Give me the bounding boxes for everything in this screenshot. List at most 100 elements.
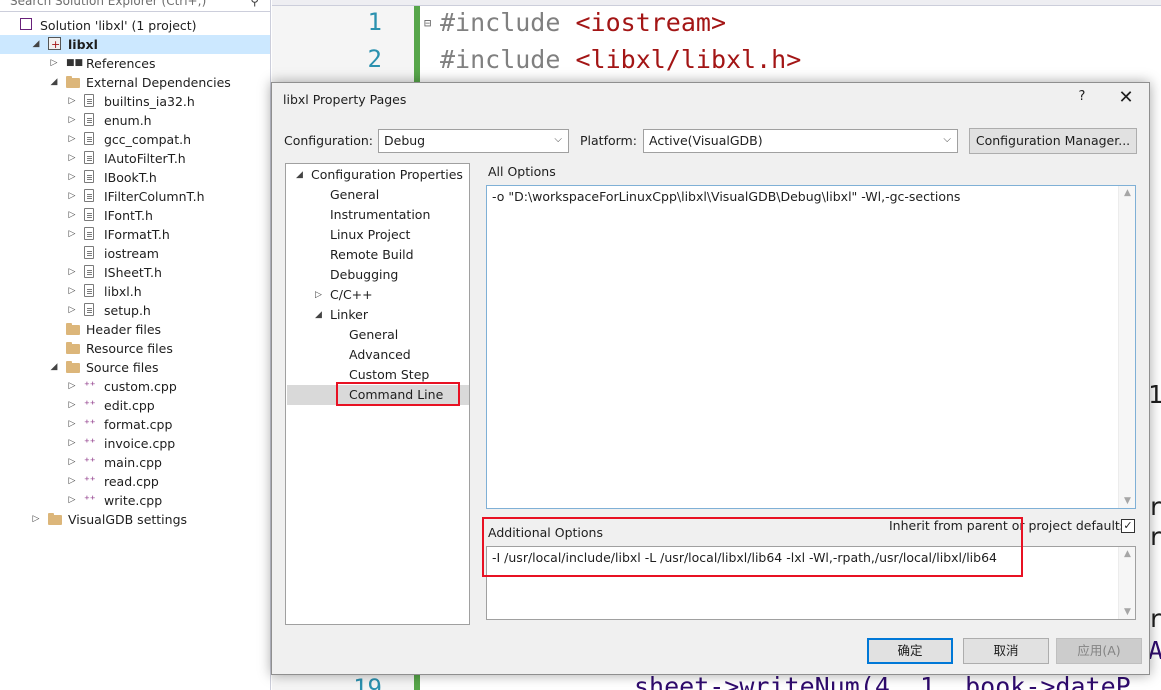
tree-item[interactable]: Resource files: [0, 339, 270, 358]
cancel-button[interactable]: 取消: [963, 638, 1049, 664]
tree-item[interactable]: ▷ libxl.h: [0, 282, 270, 301]
collapsed-arrow-icon[interactable]: ▷: [66, 149, 78, 168]
tree-item[interactable]: ◢ External Dependencies: [0, 73, 270, 92]
tree-item[interactable]: ▷ ⁺⁺ custom.cpp: [0, 377, 270, 396]
collapsed-arrow-icon[interactable]: ▷: [66, 111, 78, 130]
inherit-checkbox[interactable]: ✓: [1121, 519, 1135, 533]
tree-item-label: External Dependencies: [86, 75, 231, 90]
collapsed-arrow-icon[interactable]: ▷: [66, 453, 78, 472]
header-file-icon: [84, 170, 94, 183]
include-target: <iostream>: [575, 8, 726, 37]
tree-item-label: VisualGDB settings: [68, 512, 188, 527]
tree-item[interactable]: ▷ setup.h: [0, 301, 270, 320]
search-icon[interactable]: ⚲: [250, 0, 259, 8]
expanded-arrow-icon[interactable]: ◢: [315, 305, 322, 325]
nav-item-general[interactable]: General: [330, 185, 379, 205]
all-options-scrollbar[interactable]: ▲ ▼: [1118, 186, 1135, 508]
tree-item[interactable]: ▷ IFormatT.h: [0, 225, 270, 244]
close-button[interactable]: ✕: [1115, 87, 1137, 109]
additional-options-scrollbar[interactable]: ▲ ▼: [1118, 547, 1135, 619]
all-options-value: -o "D:\workspaceForLinuxCpp\libxl\Visual…: [492, 189, 961, 204]
property-pages-dialog: libxl Property Pages ? ✕ Configuration: …: [271, 82, 1150, 675]
tree-item[interactable]: ▷ ⁺⁺ write.cpp: [0, 491, 270, 510]
expanded-arrow-icon[interactable]: ◢: [48, 358, 60, 377]
tree-item[interactable]: ▷ IFontT.h: [0, 206, 270, 225]
cpp-file-icon: ⁺⁺: [84, 493, 96, 506]
expanded-arrow-icon[interactable]: ◢: [30, 35, 42, 54]
tree-item[interactable]: ▷ ⁺⁺ edit.cpp: [0, 396, 270, 415]
collapsed-arrow-icon[interactable]: ▷: [66, 187, 78, 206]
header-file-icon: [84, 265, 94, 278]
collapsed-arrow-icon[interactable]: ▷: [66, 263, 78, 282]
ok-button[interactable]: 确定: [867, 638, 953, 664]
collapsed-arrow-icon[interactable]: ▷: [66, 225, 78, 244]
tree-item[interactable]: ▷ ⁺⁺ invoice.cpp: [0, 434, 270, 453]
collapsed-arrow-icon[interactable]: ▷: [48, 54, 60, 73]
collapsed-arrow-icon[interactable]: ▷: [66, 282, 78, 301]
tree-item[interactable]: ◢ libxl: [0, 35, 270, 54]
collapsed-arrow-icon[interactable]: ▷: [66, 206, 78, 225]
tree-item[interactable]: ▷ ⁺⁺ format.cpp: [0, 415, 270, 434]
tree-item-label: iostream: [104, 246, 159, 261]
collapsed-arrow-icon[interactable]: ▷: [66, 434, 78, 453]
collapsed-arrow-icon[interactable]: ▷: [66, 168, 78, 187]
tree-item-label: IAutoFilterT.h: [104, 151, 186, 166]
collapsed-arrow-icon[interactable]: ▷: [30, 510, 42, 529]
collapsed-arrow-icon[interactable]: ▷: [66, 92, 78, 111]
code-line[interactable]: #include <libxl/libxl.h>: [440, 45, 801, 74]
tree-item[interactable]: Header files: [0, 320, 270, 339]
tree-item[interactable]: ▷ IFilterColumnT.h: [0, 187, 270, 206]
apply-button[interactable]: 应用(A): [1056, 638, 1142, 664]
expanded-arrow-icon[interactable]: ◢: [296, 165, 303, 185]
expanded-arrow-icon[interactable]: ◢: [48, 73, 60, 92]
tree-item-label: IFontT.h: [104, 208, 153, 223]
help-button[interactable]: ?: [1073, 89, 1091, 107]
scroll-up-icon[interactable]: ▲: [1119, 188, 1135, 198]
nav-item-linker-general[interactable]: General: [349, 325, 398, 345]
nav-item-linker-advanced[interactable]: Advanced: [349, 345, 411, 365]
collapse-icon[interactable]: ⊟: [424, 16, 431, 30]
tree-item[interactable]: ▷ IBookT.h: [0, 168, 270, 187]
collapsed-arrow-icon[interactable]: ▷: [315, 285, 322, 305]
configuration-manager-button[interactable]: Configuration Manager...: [969, 128, 1137, 154]
tree-item[interactable]: ▷ ISheetT.h: [0, 263, 270, 282]
tree-item[interactable]: ▷ builtins_ia32.h: [0, 92, 270, 111]
collapsed-arrow-icon[interactable]: ▷: [66, 130, 78, 149]
nav-item-configuration-properties[interactable]: ◢ Configuration Properties: [296, 165, 463, 185]
configuration-select[interactable]: Debug ⌵: [378, 129, 569, 153]
nav-item-instrumentation[interactable]: Instrumentation: [330, 205, 430, 225]
collapsed-arrow-icon[interactable]: ▷: [66, 415, 78, 434]
collapsed-arrow-icon[interactable]: ▷: [66, 377, 78, 396]
tree-item[interactable]: iostream: [0, 244, 270, 263]
tree-item[interactable]: ▷ VisualGDB settings: [0, 510, 270, 529]
nav-item-c-cpp[interactable]: ▷ C/C++: [315, 285, 373, 305]
tree-item[interactable]: ▷ ⁺⁺ main.cpp: [0, 453, 270, 472]
scroll-down-icon[interactable]: ▼: [1119, 496, 1135, 506]
additional-options-textbox[interactable]: -I /usr/local/include/libxl -L /usr/loca…: [486, 546, 1136, 620]
platform-select[interactable]: Active(VisualGDB) ⌵: [643, 129, 958, 153]
scroll-up-icon[interactable]: ▲: [1119, 549, 1135, 559]
tree-item[interactable]: Solution 'libxl' (1 project): [0, 16, 270, 35]
collapsed-arrow-icon[interactable]: ▷: [66, 472, 78, 491]
solution-explorer-search-input[interactable]: Search Solution Explorer (Ctrl+;) ⚲: [0, 0, 270, 12]
nav-item-linker-command-line[interactable]: Command Line: [349, 385, 443, 405]
tree-item[interactable]: ◢ Source files: [0, 358, 270, 377]
nav-item-remote-build[interactable]: Remote Build: [330, 245, 414, 265]
collapsed-arrow-icon[interactable]: ▷: [66, 396, 78, 415]
all-options-textbox[interactable]: -o "D:\workspaceForLinuxCpp\libxl\Visual…: [486, 185, 1136, 509]
nav-item-linux-project[interactable]: Linux Project: [330, 225, 410, 245]
nav-item-linker-custom-step[interactable]: Custom Step: [349, 365, 429, 385]
folder-icon: [66, 323, 80, 335]
tree-item[interactable]: ▷ ■■ References: [0, 54, 270, 73]
nav-item-debugging[interactable]: Debugging: [330, 265, 398, 285]
nav-item-linker[interactable]: ◢ Linker: [315, 305, 368, 325]
code-line[interactable]: ⊟ #include <iostream>: [424, 8, 726, 37]
tree-item[interactable]: ▷ ⁺⁺ read.cpp: [0, 472, 270, 491]
collapsed-arrow-icon[interactable]: ▷: [66, 301, 78, 320]
scroll-down-icon[interactable]: ▼: [1119, 607, 1135, 617]
tree-item[interactable]: ▷ gcc_compat.h: [0, 130, 270, 149]
collapsed-arrow-icon[interactable]: ▷: [66, 491, 78, 510]
tree-item[interactable]: ▷ enum.h: [0, 111, 270, 130]
tree-item[interactable]: ▷ IAutoFilterT.h: [0, 149, 270, 168]
references-icon: ■■: [66, 58, 84, 68]
